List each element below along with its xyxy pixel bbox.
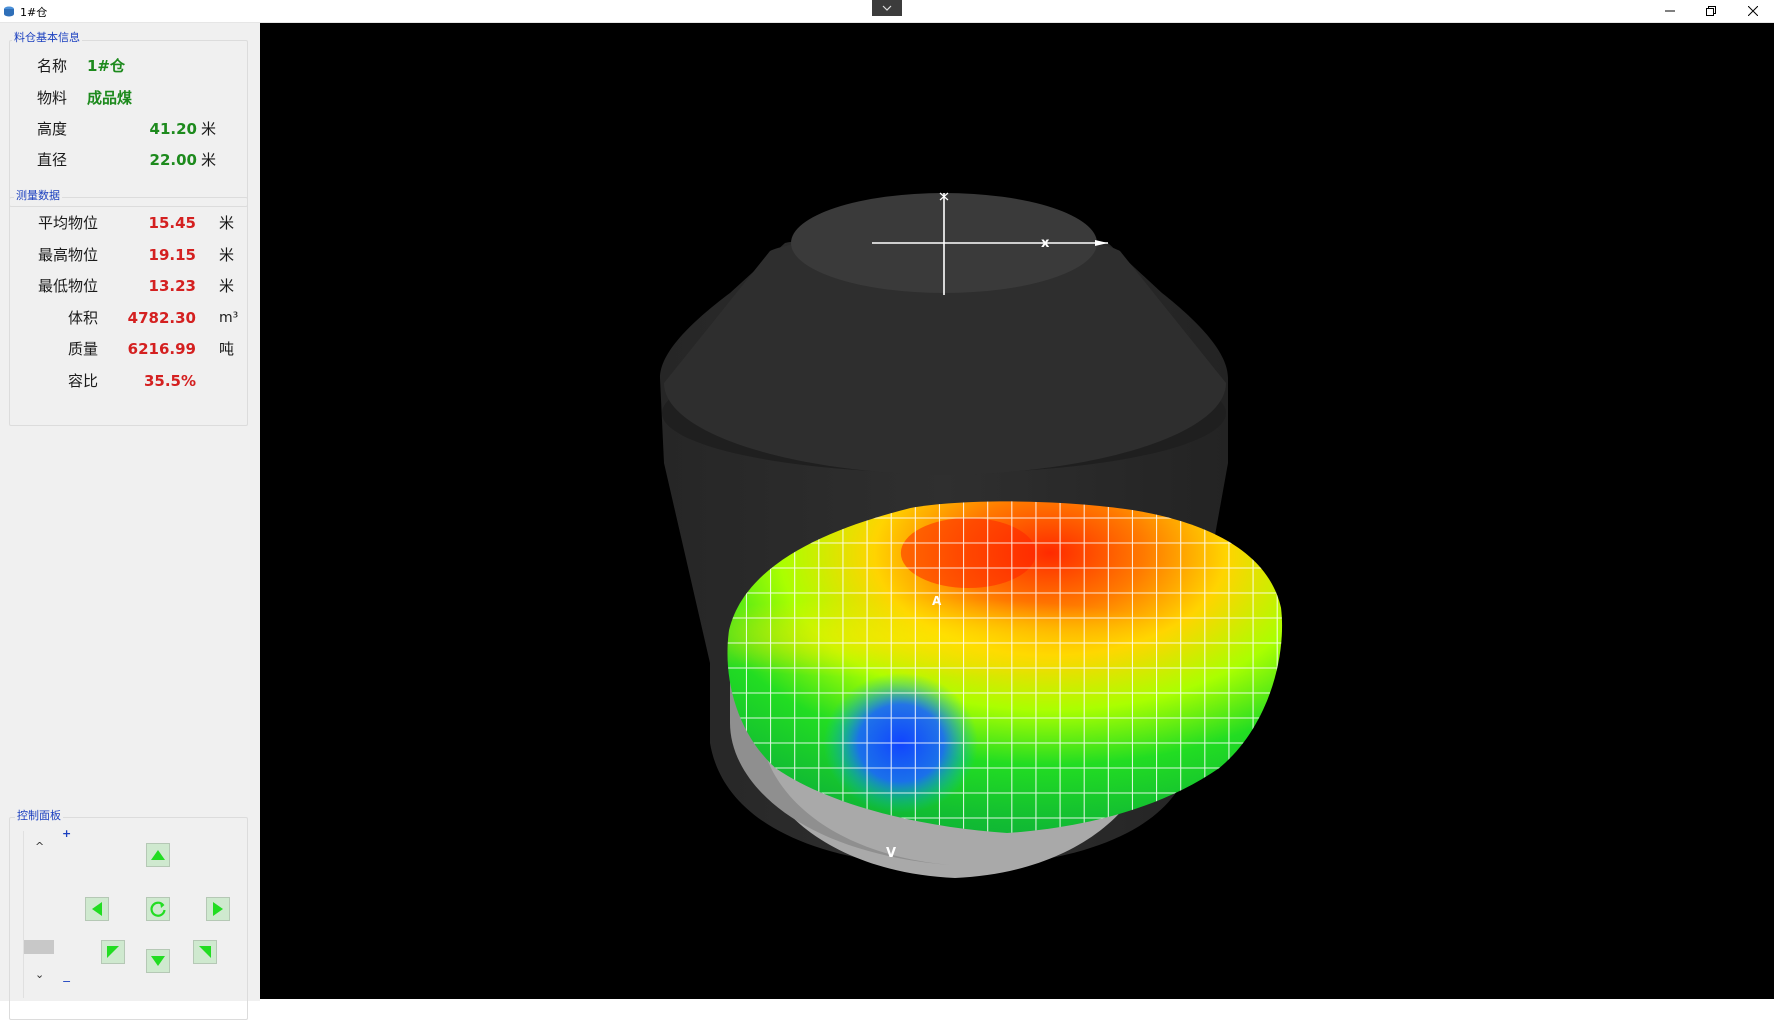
zoom-in-label: + — [62, 827, 72, 840]
ratio-value: 35.5% — [143, 372, 196, 390]
tilt-right-button[interactable] — [193, 940, 217, 964]
mass-label: 质量 — [68, 340, 99, 358]
height-label: 高度 — [37, 120, 68, 138]
close-button[interactable] — [1733, 0, 1773, 22]
avg-level-value: 15.45 — [148, 214, 196, 232]
restore-icon — [1706, 6, 1716, 16]
silo-3d-model: A V x — [660, 192, 1283, 878]
minimize-button[interactable] — [1650, 0, 1690, 22]
control-legend: 控制面板 — [15, 809, 63, 823]
restore-button[interactable] — [1691, 0, 1731, 22]
surface-marker-bottom: V — [886, 846, 896, 861]
material-value: 成品煤 — [87, 89, 133, 107]
mass-unit: 吨 — [219, 340, 235, 358]
ratio-label: 容比 — [68, 372, 99, 390]
zoom-slider-down-arrow[interactable]: ⌄ — [35, 969, 44, 981]
surface-marker-top: A — [932, 594, 942, 608]
rotate-left-button[interactable] — [85, 897, 109, 921]
minimize-icon — [1665, 10, 1675, 12]
height-value: 41.20 — [149, 120, 197, 138]
window-title: 1#仓 — [20, 6, 48, 19]
avg-level-label: 平均物位 — [38, 214, 99, 232]
refresh-icon — [150, 901, 166, 917]
min-level-label: 最低物位 — [38, 277, 99, 295]
max-level-label: 最高物位 — [38, 246, 99, 264]
diameter-value: 22.00 — [149, 151, 197, 169]
corner-triangle-icon — [199, 946, 211, 958]
triangle-right-icon — [213, 902, 223, 916]
zoom-out-label: − — [62, 975, 72, 988]
volume-value: 4782.30 — [127, 309, 196, 327]
rotate-right-button[interactable] — [206, 897, 230, 921]
name-label: 名称 — [37, 57, 68, 75]
chevron-down-icon — [882, 5, 892, 11]
basic-info-legend: 料仓基本信息 — [12, 31, 82, 45]
zoom-slider-up-arrow[interactable]: ^ — [35, 841, 44, 853]
material-label: 物料 — [37, 89, 68, 107]
rotate-down-button[interactable] — [146, 949, 170, 973]
avg-level-unit: 米 — [219, 214, 235, 232]
diameter-label: 直径 — [37, 151, 68, 169]
corner-triangle-icon — [107, 946, 119, 958]
triangle-up-icon — [151, 850, 165, 860]
volume-unit: m³ — [219, 310, 239, 326]
silo-3d-viewport[interactable]: A V x — [260, 23, 1774, 999]
height-unit: 米 — [201, 120, 217, 138]
close-icon — [1748, 6, 1758, 16]
name-value: 1#仓 — [87, 57, 126, 75]
diameter-unit: 米 — [201, 151, 217, 169]
mass-value: 6216.99 — [127, 340, 196, 358]
max-level-value: 19.15 — [148, 246, 196, 264]
measure-legend: 测量数据 — [14, 189, 62, 203]
rotate-up-button[interactable] — [146, 843, 170, 867]
reset-view-button[interactable] — [146, 897, 170, 921]
side-panel: 料仓基本信息 名称 1#仓 物料 成品煤 高度 41.20 米 直径 22.00… — [0, 23, 260, 1020]
triangle-left-icon — [92, 902, 102, 916]
titlebar-dropdown-button[interactable] — [872, 0, 902, 16]
app-icon — [4, 6, 14, 17]
volume-label: 体积 — [68, 309, 99, 327]
tilt-left-button[interactable] — [101, 940, 125, 964]
max-level-unit: 米 — [219, 246, 235, 264]
min-level-unit: 米 — [219, 277, 235, 295]
title-bar: 1#仓 — [0, 0, 1774, 23]
triangle-down-icon — [151, 956, 165, 966]
min-level-value: 13.23 — [148, 277, 196, 295]
zoom-slider-thumb[interactable] — [24, 940, 54, 954]
axis-x-label: x — [1041, 236, 1050, 251]
